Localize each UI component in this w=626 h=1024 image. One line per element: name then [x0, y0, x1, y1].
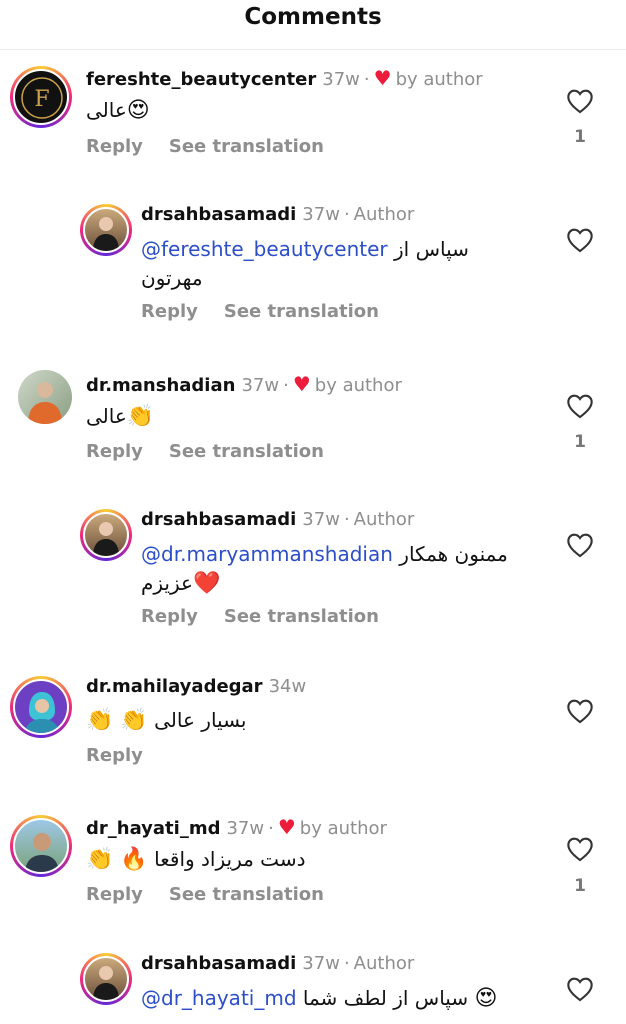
username[interactable]: drsahbasamadi: [141, 204, 296, 225]
comment-meta: drsahbasamadi 37w · Author: [141, 509, 415, 530]
see-translation-button[interactable]: See translation: [224, 606, 379, 627]
comment-text: 👏 👏 بسیار عالی: [86, 708, 247, 733]
comment-meta: fereshte_beautycenter 37w · ♥ by author: [86, 66, 483, 90]
comment-time: 37w: [302, 509, 340, 530]
heart-outline-icon[interactable]: [566, 88, 594, 114]
heart-outline-icon[interactable]: [566, 532, 594, 558]
heart-outline-icon[interactable]: [566, 976, 594, 1002]
reply-button[interactable]: Reply: [86, 441, 143, 462]
comment-actions: Reply See translation: [86, 441, 324, 462]
page-title: Comments: [244, 4, 382, 30]
liked-by-author-label: by author: [314, 375, 402, 396]
emoji: 😍: [126, 98, 150, 123]
avatar[interactable]: [80, 204, 132, 256]
author-label: Author: [353, 509, 415, 530]
avatar[interactable]: [10, 815, 72, 877]
username[interactable]: drsahbasamadi: [141, 953, 296, 974]
person-photo-icon: [25, 833, 59, 872]
reply-button[interactable]: Reply: [141, 301, 198, 322]
svg-text:F: F: [34, 87, 49, 112]
author-liked-heart-icon: ♥: [292, 372, 311, 396]
liked-by-author-label: by author: [299, 818, 387, 839]
like-count: 1: [574, 127, 586, 147]
person-photo-icon: [93, 522, 119, 556]
comment-time: 34w: [268, 676, 307, 697]
author-liked-heart-icon: ♥: [373, 66, 392, 90]
emoji: 😍: [474, 986, 498, 1011]
avatar[interactable]: [80, 509, 132, 561]
like-count: 1: [574, 876, 586, 896]
comment-actions: Reply See translation: [141, 301, 379, 322]
username[interactable]: fereshte_beautycenter: [86, 69, 316, 90]
mention-link[interactable]: @dr_hayati_md: [141, 986, 297, 1010]
liked-by-author-label: by author: [395, 69, 483, 90]
person-photo-icon: [93, 966, 119, 1000]
see-translation-button[interactable]: See translation: [169, 441, 324, 462]
see-translation-button[interactable]: See translation: [169, 136, 324, 157]
see-translation-button[interactable]: See translation: [169, 884, 324, 905]
comment-meta: drsahbasamadi 37w · Author: [141, 953, 415, 974]
username[interactable]: dr.manshadian: [86, 375, 235, 396]
username[interactable]: dr.mahilayadegar: [86, 676, 263, 697]
emoji: 👏: [126, 404, 155, 429]
comment-actions: Reply: [86, 745, 143, 766]
person-photo-icon: [28, 382, 62, 424]
comment-time: 37w: [302, 204, 340, 225]
comment-time: 37w: [322, 69, 360, 90]
reply-button[interactable]: Reply: [141, 606, 198, 627]
username[interactable]: dr_hayati_md: [86, 818, 220, 839]
comment-time: 37w: [226, 818, 265, 839]
comment-text: @dr_hayati_md سپاس از لطف شما 😍: [141, 986, 498, 1011]
comment-meta: dr_hayati_md 37w · ♥ by author: [86, 815, 387, 839]
person-photo-icon: [93, 217, 119, 251]
see-translation-button[interactable]: See translation: [224, 301, 379, 322]
comment-actions: Reply See translation: [141, 606, 379, 627]
username[interactable]: drsahbasamadi: [141, 509, 296, 530]
person-photo-icon: [25, 692, 59, 733]
comment-text: عالی👏: [86, 404, 155, 429]
heart-outline-icon[interactable]: [566, 227, 594, 253]
comment-text: عالی😍: [86, 98, 150, 123]
comment-text-line2: مهرتون: [141, 266, 203, 290]
comment-text: 👏 🔥 دست مریزاد واقعا: [86, 847, 306, 872]
reply-button[interactable]: Reply: [86, 136, 143, 157]
comment-meta: drsahbasamadi 37w · Author: [141, 204, 415, 225]
like-count: 1: [574, 432, 586, 452]
avatar[interactable]: [10, 676, 72, 738]
mention-link[interactable]: @fereshte_beautycenter: [141, 237, 388, 261]
emoji: 👏 🔥: [86, 847, 148, 872]
beauty-logo-icon: F: [21, 77, 63, 119]
avatar[interactable]: [80, 953, 132, 1005]
comment-meta: dr.mahilayadegar 34w: [86, 676, 306, 697]
comment-text: @fereshte_beautycenter سپاس از: [141, 237, 469, 261]
reply-button[interactable]: Reply: [86, 745, 143, 766]
comment-meta: dr.manshadian 37w · ♥ by author: [86, 372, 402, 396]
comment-text-line2: عزیزم❤️: [141, 571, 221, 596]
author-liked-heart-icon: ♥: [277, 815, 296, 839]
comment-actions: Reply See translation: [86, 884, 324, 905]
heart-outline-icon[interactable]: [566, 393, 594, 419]
author-label: Author: [353, 953, 415, 974]
mention-link[interactable]: @dr.maryammanshadian: [141, 542, 393, 566]
heart-outline-icon[interactable]: [566, 836, 594, 862]
heart-outline-icon[interactable]: [566, 698, 594, 724]
comments-header: Comments: [0, 0, 626, 50]
comment-text: @dr.maryammanshadian ممنون همکار: [141, 542, 508, 566]
avatar[interactable]: [18, 370, 72, 424]
author-label: Author: [353, 204, 415, 225]
red-heart-emoji: ❤️: [192, 571, 221, 596]
comment-time: 37w: [302, 953, 340, 974]
emoji: 👏 👏: [86, 708, 148, 733]
reply-button[interactable]: Reply: [86, 884, 143, 905]
comment-time: 37w: [241, 375, 280, 396]
avatar[interactable]: F: [10, 66, 72, 128]
comment-actions: Reply See translation: [86, 136, 324, 157]
